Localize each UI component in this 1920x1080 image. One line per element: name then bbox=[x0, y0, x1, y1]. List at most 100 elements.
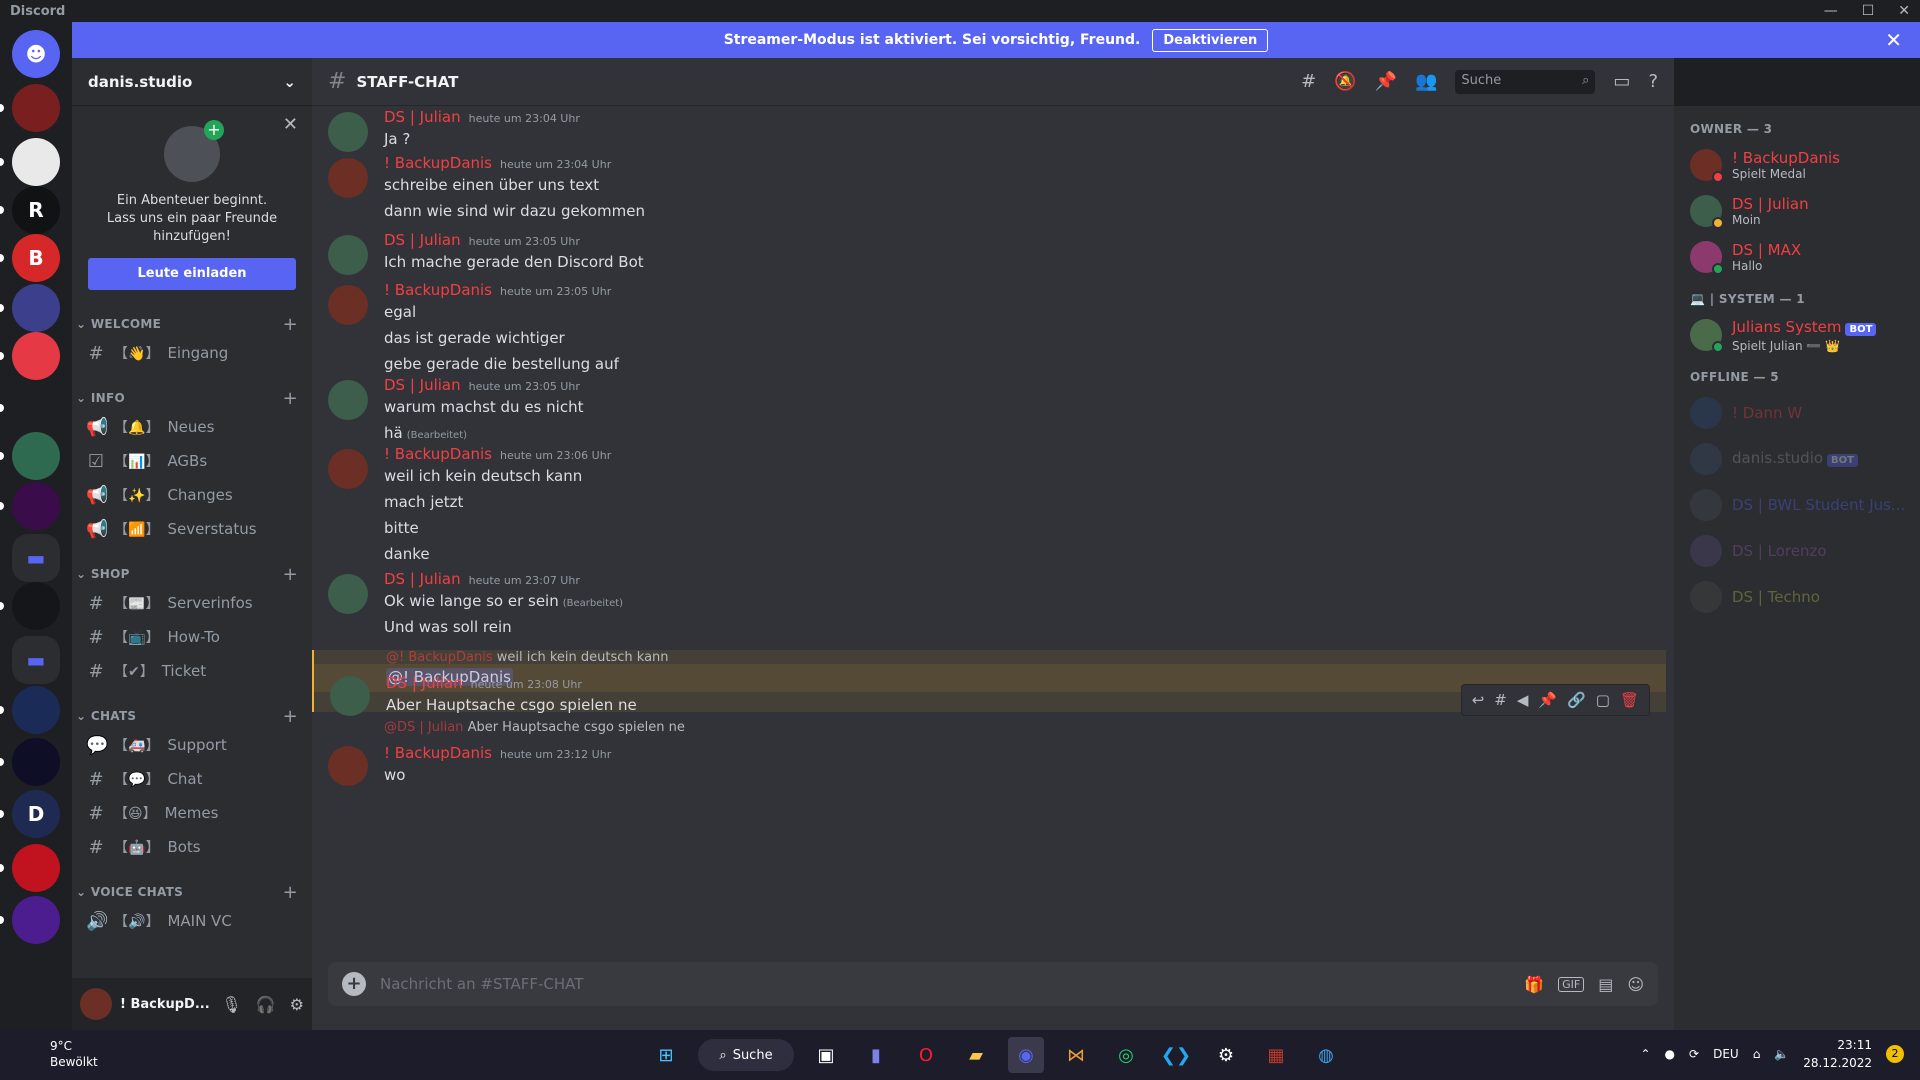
banner-close-icon[interactable]: ✕ bbox=[1885, 28, 1902, 52]
message-author[interactable]: ! BackupDanis bbox=[384, 154, 492, 172]
pin-message-icon[interactable]: 📌 bbox=[1538, 691, 1557, 709]
channel-neues[interactable]: 📢 【🔔】 Neues bbox=[72, 410, 312, 444]
network-icon[interactable]: ⌂ bbox=[1753, 1047, 1761, 1061]
inbox-icon[interactable]: ▭ bbox=[1613, 71, 1630, 92]
avatar[interactable] bbox=[80, 988, 112, 1020]
member-item[interactable]: DS | Lorenzo bbox=[1690, 528, 1912, 574]
channel-ticket[interactable]: # 【✔】 Ticket bbox=[72, 654, 312, 688]
server-icon[interactable]: D bbox=[12, 790, 60, 838]
sync-icon[interactable]: ⟳ bbox=[1689, 1047, 1699, 1061]
username[interactable]: ! BackupD... bbox=[120, 997, 213, 1012]
chat-message[interactable]: DS | Julian heute um 23:07 Uhr Ok wie lang… bbox=[312, 568, 1666, 642]
server-icon[interactable] bbox=[12, 582, 60, 630]
sticker-icon[interactable]: ▤ bbox=[1598, 975, 1613, 994]
avatar[interactable] bbox=[328, 380, 368, 420]
server-icon[interactable] bbox=[12, 84, 60, 132]
avatar[interactable] bbox=[328, 574, 368, 614]
server-icon[interactable] bbox=[12, 896, 60, 944]
member-item[interactable]: ! Dann W bbox=[1690, 390, 1912, 436]
chevron-up-icon[interactable]: ⌃ bbox=[1640, 1047, 1650, 1061]
message-author[interactable]: DS | Julian bbox=[384, 376, 461, 394]
server-icon[interactable] bbox=[12, 384, 60, 432]
message-author[interactable]: DS | Julian bbox=[386, 674, 463, 692]
chat-message[interactable]: ! BackupDanis heute um 23:04 Uhr schreibe … bbox=[312, 152, 1666, 226]
gift-icon[interactable]: 🎁 bbox=[1524, 975, 1544, 994]
microphone-icon[interactable]: 🎙 bbox=[221, 995, 241, 1014]
avatar[interactable] bbox=[328, 158, 368, 198]
message-author[interactable]: ! BackupDanis bbox=[384, 445, 492, 463]
clock[interactable]: 23:11 28.12.2022 bbox=[1803, 1036, 1872, 1072]
server-icon[interactable] bbox=[12, 844, 60, 892]
browser-icon[interactable]: ◍ bbox=[1308, 1037, 1344, 1073]
create-channel-icon[interactable]: + bbox=[283, 882, 298, 903]
member-item[interactable]: Julians System BOT Spielt Julian ➖ 👑 bbox=[1690, 312, 1912, 358]
member-item[interactable]: DS | Julian Moin bbox=[1690, 188, 1912, 234]
winrar-icon[interactable]: ▦ bbox=[1258, 1037, 1294, 1073]
server-icon[interactable] bbox=[12, 482, 60, 530]
help-icon[interactable]: ? bbox=[1648, 71, 1658, 92]
server-icon[interactable] bbox=[12, 138, 60, 186]
server-icon[interactable]: B bbox=[12, 234, 60, 282]
notification-badge[interactable]: 2 bbox=[1886, 1045, 1904, 1063]
vscode-icon[interactable]: ❮❯ bbox=[1158, 1037, 1194, 1073]
create-channel-icon[interactable]: + bbox=[283, 706, 298, 727]
chat-message[interactable]: DS | Julian heute um 23:05 Uhr warum machs… bbox=[312, 374, 1666, 448]
thread-icon[interactable]: # bbox=[1494, 691, 1507, 709]
app-icon[interactable]: ⋈ bbox=[1058, 1037, 1094, 1073]
member-item[interactable]: ! BackupDanis Spielt Medal bbox=[1690, 142, 1912, 188]
minimize-icon[interactable]: — bbox=[1824, 3, 1838, 19]
reply-preview[interactable]: @DS | Julian Aber Hauptsache csgo spiele… bbox=[384, 720, 1666, 742]
whatsapp-icon[interactable]: ◎ bbox=[1108, 1037, 1144, 1073]
close-icon[interactable]: ✕ bbox=[283, 114, 298, 135]
avatar[interactable] bbox=[328, 112, 368, 152]
channel-severstatus[interactable]: 📢 【📶】 Severstatus bbox=[72, 512, 312, 546]
category-voice-chats[interactable]: ⌄ VOICE CHATS + bbox=[72, 880, 312, 904]
message-author[interactable]: DS | Julian bbox=[384, 231, 461, 249]
search-input[interactable]: Suche ⌕ bbox=[1455, 69, 1596, 94]
gif-button[interactable]: GIF bbox=[1558, 976, 1585, 992]
headphones-icon[interactable]: 🎧 bbox=[256, 995, 276, 1014]
create-channel-icon[interactable]: + bbox=[283, 564, 298, 585]
message-author[interactable]: ! BackupDanis bbox=[384, 744, 492, 762]
server-icon[interactable] bbox=[12, 686, 60, 734]
deactivate-button[interactable]: Deaktivieren bbox=[1152, 28, 1269, 52]
channel-serverinfos[interactable]: # 【📰】 Serverinfos bbox=[72, 586, 312, 620]
channel-how-to[interactable]: # 【📺】 How-To bbox=[72, 620, 312, 654]
avatar[interactable] bbox=[328, 285, 368, 325]
pin-icon[interactable]: 📌 bbox=[1375, 71, 1397, 92]
create-channel-icon[interactable]: + bbox=[283, 314, 298, 335]
channel-changes[interactable]: 📢 【✨】 Changes bbox=[72, 478, 312, 512]
task-view-icon[interactable]: ▣ bbox=[808, 1037, 844, 1073]
settings-gear-icon[interactable]: ⚙ bbox=[290, 995, 304, 1014]
teams-chat-icon[interactable]: ▮ bbox=[858, 1037, 894, 1073]
member-item[interactable]: danis.studio BOT bbox=[1690, 436, 1912, 482]
close-window-icon[interactable]: ✕ bbox=[1898, 3, 1910, 19]
server-icon[interactable] bbox=[12, 738, 60, 786]
server-icon[interactable] bbox=[12, 432, 60, 480]
invite-people-button[interactable]: Leute einladen bbox=[88, 258, 296, 290]
server-folder-icon[interactable]: ▬ bbox=[12, 534, 60, 582]
channel-bots[interactable]: # 【🤖】 Bots bbox=[72, 830, 312, 864]
member-item[interactable]: DS | BWL Student Jus... bbox=[1690, 482, 1912, 528]
maximize-icon[interactable]: ☐ bbox=[1862, 3, 1875, 19]
avatar[interactable] bbox=[328, 235, 368, 275]
category-chats[interactable]: ⌄ CHATS + bbox=[72, 704, 312, 728]
reply-icon[interactable]: ↩ bbox=[1472, 691, 1485, 709]
member-item[interactable]: DS | MAX Hallo bbox=[1690, 234, 1912, 280]
reply-preview[interactable]: @! BackupDanis weil ich kein deutsch kan… bbox=[386, 650, 1666, 672]
message-author[interactable]: DS | Julian bbox=[384, 570, 461, 588]
windows-start-icon[interactable]: ⊞ bbox=[648, 1037, 684, 1073]
category-shop[interactable]: ⌄ SHOP + bbox=[72, 562, 312, 586]
weather-widget[interactable]: 9°C Bewölkt bbox=[16, 1038, 98, 1070]
discord-taskbar-icon[interactable]: ◉ bbox=[1008, 1037, 1044, 1073]
delete-icon[interactable]: 🗑 bbox=[1620, 691, 1639, 709]
mark-unread-icon[interactable]: ◀ bbox=[1517, 691, 1529, 709]
language-indicator[interactable]: DEU bbox=[1713, 1047, 1739, 1061]
chat-message[interactable]: DS | Julian heute um 23:04 Uhr Ja ? bbox=[312, 106, 1666, 154]
chat-message[interactable]: DS | Julian heute um 23:05 Uhr Ich mache g… bbox=[312, 229, 1666, 277]
taskbar-search[interactable]: ⌕ Suche bbox=[698, 1039, 794, 1071]
copy-id-icon[interactable]: ▢ bbox=[1596, 691, 1610, 709]
mute-bell-icon[interactable]: 🔕 bbox=[1334, 71, 1356, 92]
message-input[interactable] bbox=[380, 975, 1511, 993]
file-explorer-icon[interactable]: ▰ bbox=[958, 1037, 994, 1073]
